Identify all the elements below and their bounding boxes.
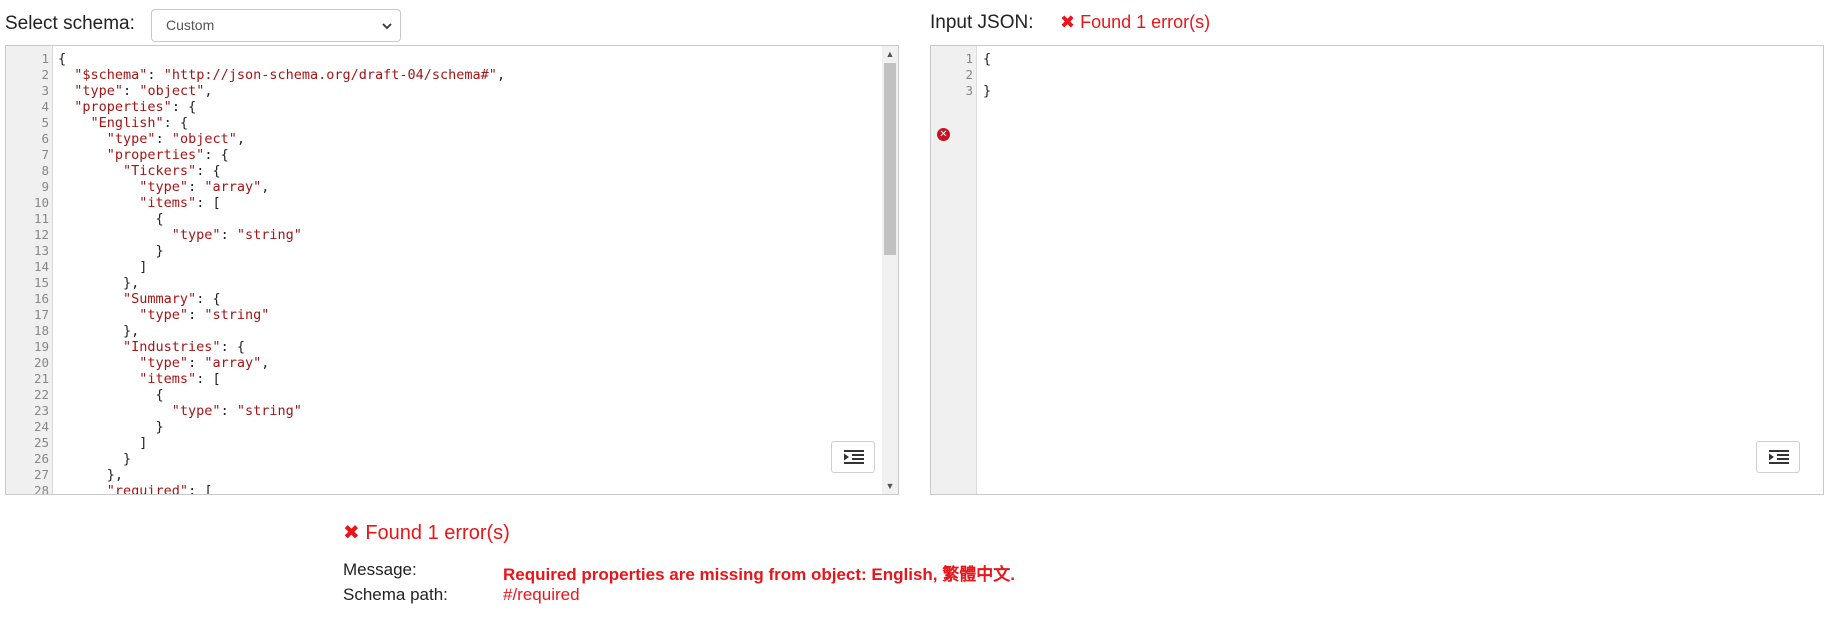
line-number: 10: [33, 195, 49, 210]
schema-path-label: Schema path:: [343, 585, 448, 604]
line-number: 1: [965, 51, 973, 66]
line-number: 11: [33, 211, 49, 226]
code-line: "properties": {: [106, 147, 229, 163]
code-line: "Tickers": {: [123, 163, 221, 179]
scroll-down-arrow-icon[interactable]: ▼: [882, 478, 898, 494]
schema-format-button[interactable]: [831, 441, 875, 473]
line-number: 9: [41, 179, 49, 194]
input-json-label: Input JSON:: [930, 12, 1034, 33]
code-line: ]: [58, 435, 148, 451]
code-line: }: [58, 419, 164, 435]
scrollbar-thumb[interactable]: [884, 63, 896, 255]
message-label: Message:: [343, 560, 417, 579]
code-line: }: [58, 451, 132, 467]
line-number: 26: [33, 451, 49, 466]
schema-select-value: Custom: [166, 17, 215, 33]
code-line: "type": "string": [171, 403, 302, 419]
line-number: 16: [33, 291, 49, 306]
code-line: "$schema": "http://json-schema.org/draft…: [74, 67, 506, 83]
code-line: "required": [: [106, 483, 213, 495]
code-line: },: [58, 467, 124, 483]
code-line: "type": "array",: [139, 179, 270, 195]
line-number: 3: [41, 83, 49, 98]
line-number: 6: [41, 131, 49, 146]
format-indent-icon: [1769, 450, 1789, 464]
line-number: 15: [33, 275, 49, 290]
code-line: "items": [: [139, 371, 221, 387]
code-line: "English": {: [90, 115, 189, 131]
line-number: 4: [41, 99, 49, 114]
select-schema-label: Select schema:: [5, 13, 135, 34]
code-line: "type": "object",: [74, 83, 213, 99]
code-line: "type": "string": [171, 227, 302, 243]
schema-editor-gutter: 1 2 3 4 5 6 7 8 9 10 11 12 13 14 15 16 17 18 19 20 21 22 23 24 2…: [6, 46, 53, 494]
code-line: {: [58, 387, 164, 403]
schema-editor-scrollbar[interactable]: ▲ ▼: [882, 46, 898, 494]
code-line: ]: [58, 259, 148, 275]
schema-select[interactable]: Custom: [151, 9, 401, 42]
schema-editor-code[interactable]: { "$schema": "http://json-schema.org/dra…: [58, 51, 506, 495]
code-line: "properties": {: [74, 99, 197, 115]
line-number: 27: [33, 467, 49, 482]
error-marker-icon: ✕: [937, 128, 950, 141]
error-x-icon: ✖: [1060, 12, 1076, 32]
schema-path-value[interactable]: #/required: [503, 585, 580, 605]
code-line: "Industries": {: [123, 339, 245, 355]
message-value: Required properties are missing from obj…: [503, 565, 1015, 584]
line-number: 25: [33, 435, 49, 450]
input-error-text: Found 1 error(s): [1080, 12, 1211, 32]
json-editor-code[interactable]: { }: [983, 51, 991, 99]
line-number: 3: [965, 83, 973, 98]
code-line: }: [58, 243, 164, 259]
code-line: "type": "object",: [106, 131, 246, 147]
line-number: 5: [41, 115, 49, 130]
schema-editor[interactable]: 1 2 3 4 5 6 7 8 9 10 11 12 13 14 15 16 17 18 19 20 21 22 23 24 2…: [5, 45, 899, 495]
code-line: {: [58, 51, 67, 67]
line-number: 24: [33, 419, 49, 434]
line-number: 14: [33, 259, 49, 274]
line-number: 2: [41, 67, 49, 82]
line-number: 17: [33, 307, 49, 322]
line-number: 2: [965, 67, 973, 82]
line-number: 7: [41, 147, 49, 162]
line-number: 12: [33, 227, 49, 242]
line-number: 19: [33, 339, 49, 354]
code-line: {: [983, 51, 992, 67]
code-line: },: [58, 275, 140, 291]
code-line: "type": "string": [139, 307, 270, 323]
line-number: 13: [33, 243, 49, 258]
line-number: 20: [33, 355, 49, 370]
line-number: 18: [33, 323, 49, 338]
json-editor-gutter: 123: [931, 46, 977, 494]
line-number: 21: [33, 371, 49, 386]
code-line: {: [58, 211, 164, 227]
code-line: }: [983, 83, 992, 99]
validation-error-text: Found 1 error(s): [365, 522, 510, 544]
line-number: 28: [33, 483, 49, 495]
line-number: 8: [41, 163, 49, 178]
code-line: "Summary": {: [123, 291, 221, 307]
code-line: "type": "array",: [139, 355, 270, 371]
input-error-summary: ✖ Found 1 error(s): [1060, 12, 1210, 33]
code-line: "items": [: [139, 195, 221, 211]
line-number: 22: [33, 387, 49, 402]
input-json-editor[interactable]: 123 ✕ { }: [930, 45, 1824, 495]
error-x-icon: ✖: [343, 522, 360, 544]
json-format-button[interactable]: [1756, 441, 1800, 473]
chevron-down-icon: [382, 23, 392, 30]
code-line: },: [58, 323, 140, 339]
format-indent-icon: [844, 450, 864, 464]
scroll-up-arrow-icon[interactable]: ▲: [882, 46, 898, 62]
line-number: 1: [41, 51, 49, 66]
validation-error-summary: ✖ Found 1 error(s): [343, 520, 510, 545]
line-number: 23: [33, 403, 49, 418]
